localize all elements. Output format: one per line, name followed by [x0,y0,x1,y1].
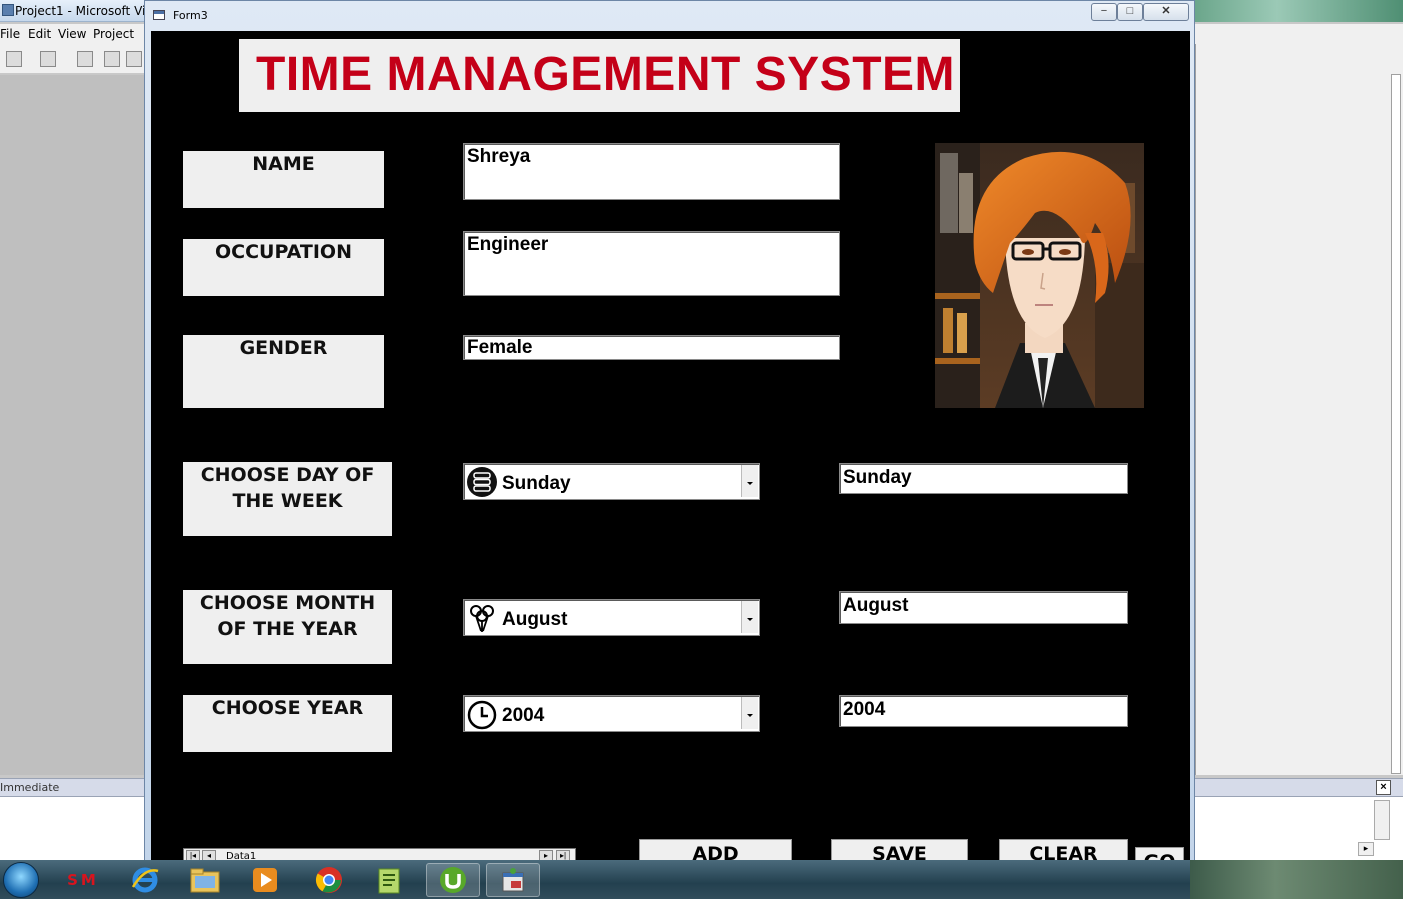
sm-app-icon: SM [67,871,99,889]
utorrent-button[interactable] [426,863,480,897]
form3-window: Form3 − □ ✕ TIME MANAGEMENT SYSTEM NAME … [144,0,1195,861]
maximize-button[interactable]: □ [1117,3,1143,21]
name-input[interactable]: Shreya [463,143,840,200]
clock-icon [467,700,497,730]
page-title: TIME MANAGEMENT SYSTEM [256,48,956,101]
close-button[interactable]: ✕ [1143,3,1189,21]
media-player-icon [253,868,277,892]
file-explorer-button[interactable] [178,863,232,897]
visual-basic-icon [502,868,524,892]
immediate-label: Immediate [0,781,60,794]
chrome-button[interactable] [302,863,356,897]
menu-editor-icon[interactable] [77,51,93,67]
media-player-button[interactable] [238,863,292,897]
immediate-close-icon[interactable]: × [1376,780,1391,795]
day-combo[interactable]: Sunday [463,463,760,500]
day-label: CHOOSE DAY OF THE WEEK [183,462,392,536]
add-button[interactable]: ADD [639,839,792,861]
clear-button[interactable]: CLEAR [999,839,1128,861]
minimize-button[interactable]: − [1091,3,1117,21]
vb-app-icon [2,4,14,16]
utorrent-icon [440,867,466,893]
form-titlebar[interactable]: Form3 − □ ✕ [145,1,1194,29]
flowers-icon [470,605,494,632]
menu-edit[interactable]: Edit [28,27,51,41]
month-output[interactable]: August [839,591,1128,624]
month-dropdown-arrow-icon[interactable] [741,601,758,633]
form-title: Form3 [173,9,208,22]
year-combo[interactable]: 2004 [463,695,760,732]
menu-view[interactable]: View [58,27,86,41]
scroll-right-icon[interactable]: ▸ [1358,842,1374,856]
month-label: CHOOSE MONTH OF THE YEAR [183,590,392,664]
database-icon [467,467,497,497]
year-dropdown-arrow-icon[interactable] [741,697,758,729]
open-icon[interactable] [104,51,120,67]
form-icon [153,10,165,20]
month-selected: August [502,609,568,630]
folder-icon [190,868,220,893]
internet-explorer-icon [131,867,159,893]
day-output[interactable]: Sunday [839,463,1128,494]
add-project-icon[interactable] [6,51,22,67]
heading-panel: TIME MANAGEMENT SYSTEM [239,39,960,112]
menu-project[interactable]: Project [93,27,134,41]
immediate-scrollbar[interactable] [1374,800,1390,840]
sm-app-button[interactable]: SM [56,863,110,897]
anime-portrait-image [935,143,1144,408]
month-combo[interactable]: August [463,599,760,636]
taskbar-tray-area [1190,860,1403,899]
go-button[interactable]: GO [1135,847,1184,861]
day-dropdown-arrow-icon[interactable] [741,465,758,497]
gender-label: GENDER [183,335,384,408]
start-button[interactable] [3,862,39,898]
occupation-label: OCCUPATION [183,239,384,296]
taskbar: SM [0,860,1403,899]
day-selected: Sunday [502,473,571,494]
chrome-icon [315,867,342,893]
form-client-area: TIME MANAGEMENT SYSTEM NAME OCCUPATION G… [151,31,1190,861]
year-label: CHOOSE YEAR [183,695,392,752]
save-icon[interactable] [126,51,142,67]
occupation-input[interactable]: Engineer [463,231,840,296]
year-selected: 2004 [502,705,545,726]
year-output[interactable]: 2004 [839,695,1128,727]
visual-basic-button[interactable] [486,863,540,897]
menu-file[interactable]: File [0,27,20,41]
notepad-plus-icon [378,868,400,894]
internet-explorer-button[interactable] [118,863,172,897]
panel-scrollbar[interactable] [1391,74,1401,774]
save-button[interactable]: SAVE [831,839,968,861]
desktop-background [1193,0,1403,22]
add-form-icon[interactable] [40,51,56,67]
gender-input[interactable]: Female [463,335,840,360]
notepad-plus-button[interactable] [362,863,416,897]
ide-right-panel [1195,44,1403,775]
name-label: NAME [183,151,384,208]
